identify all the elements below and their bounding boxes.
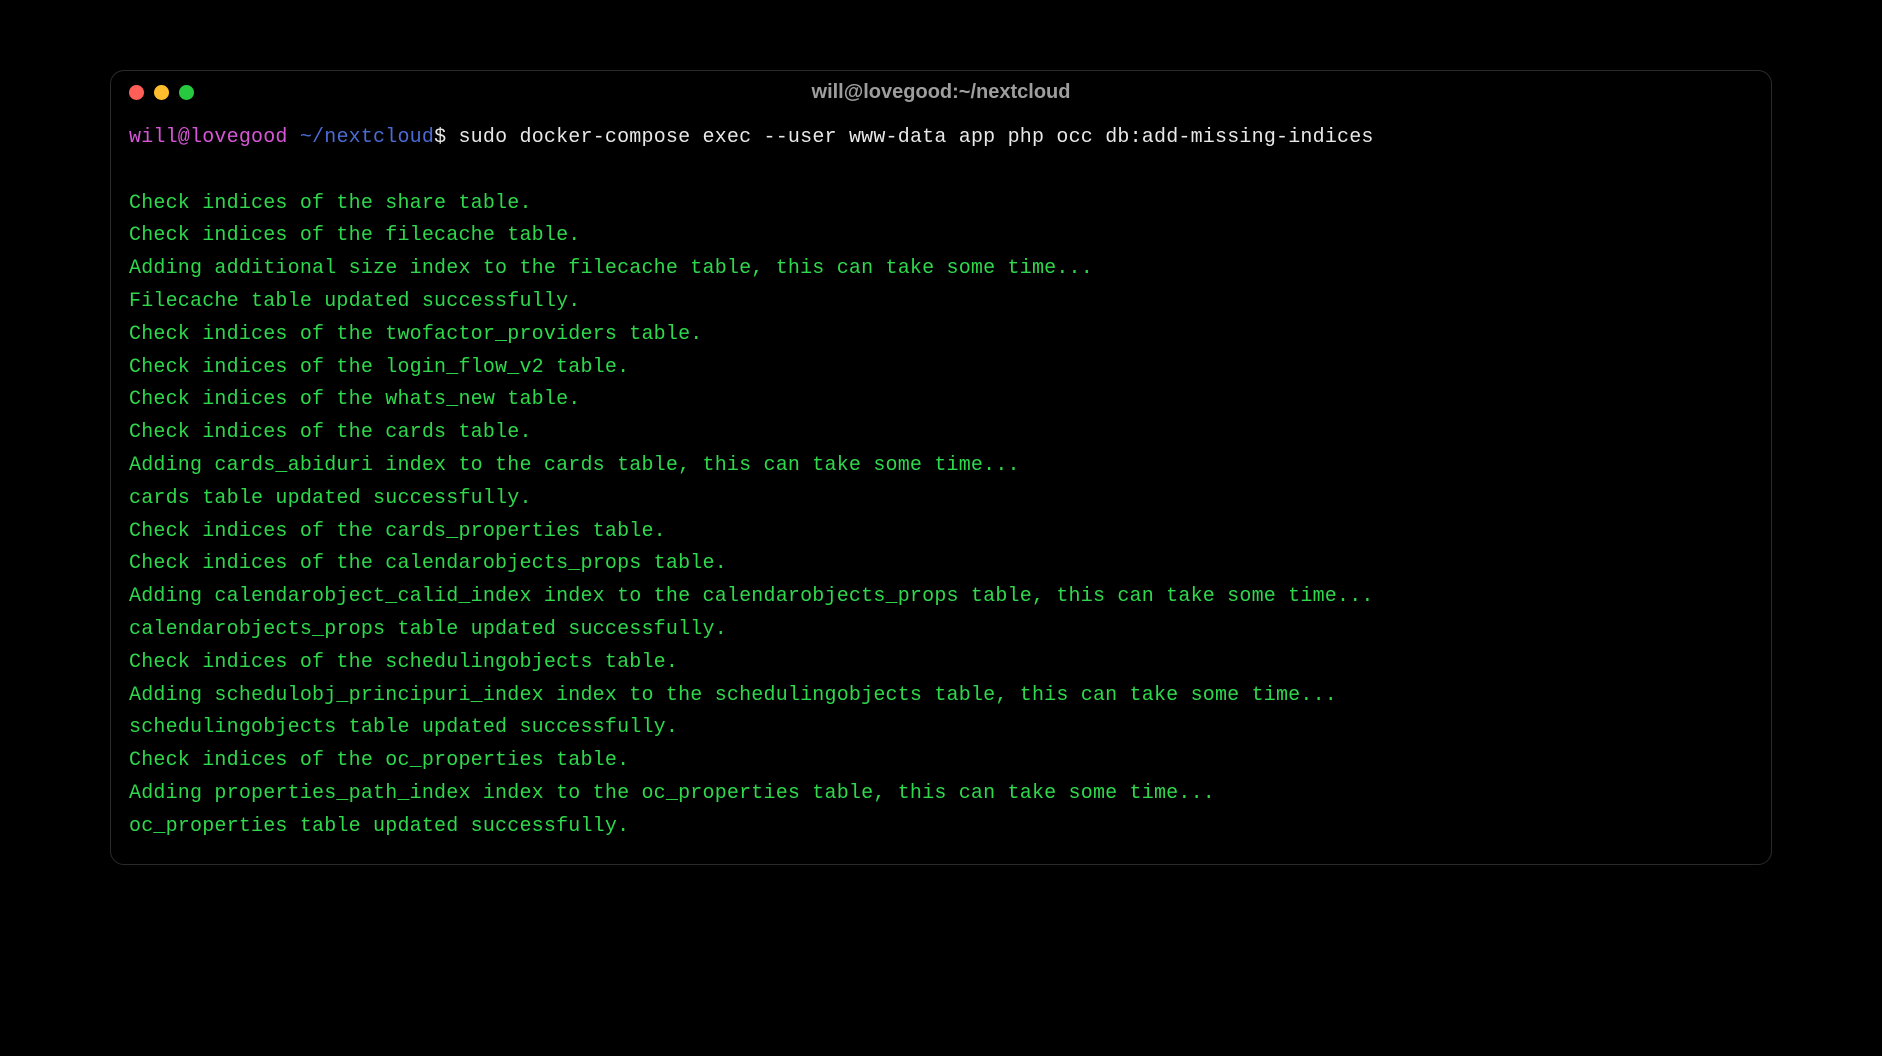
output-line: Check indices of the calendarobjects_pro…	[129, 548, 1753, 581]
output-line: Adding cards_abiduri index to the cards …	[129, 450, 1753, 483]
window-title: will@lovegood:~/nextcloud	[812, 81, 1071, 104]
terminal-window: will@lovegood:~/nextcloud will@lovegood …	[110, 70, 1772, 865]
output-line: cards table updated successfully.	[129, 483, 1753, 516]
prompt-line: will@lovegood ~/nextcloud$ sudo docker-c…	[129, 122, 1753, 155]
output-line: Adding calendarobject_calid_index index …	[129, 581, 1753, 614]
output-line: Check indices of the cards_properties ta…	[129, 516, 1753, 549]
output-line: calendarobjects_props table updated succ…	[129, 614, 1753, 647]
prompt-command: sudo docker-compose exec --user www-data…	[458, 126, 1373, 149]
output-line: Check indices of the filecache table.	[129, 220, 1753, 253]
output-line: oc_properties table updated successfully…	[129, 811, 1753, 844]
output-line: Check indices of the whats_new table.	[129, 384, 1753, 417]
maximize-icon[interactable]	[179, 85, 194, 100]
prompt-dollar: $	[434, 126, 446, 149]
close-icon[interactable]	[129, 85, 144, 100]
output-line: Check indices of the login_flow_v2 table…	[129, 352, 1753, 385]
output-line: Adding properties_path_index index to th…	[129, 778, 1753, 811]
output-line: Check indices of the twofactor_providers…	[129, 319, 1753, 352]
output-line: Check indices of the cards table.	[129, 417, 1753, 450]
output-line: Check indices of the schedulingobjects t…	[129, 647, 1753, 680]
output-line: Adding schedulobj_principuri_index index…	[129, 680, 1753, 713]
output-container: Check indices of the share table.Check i…	[129, 188, 1753, 844]
output-line: schedulingobjects table updated successf…	[129, 712, 1753, 745]
title-bar: will@lovegood:~/nextcloud	[111, 71, 1771, 114]
output-line: Check indices of the share table.	[129, 188, 1753, 221]
blank-line	[129, 155, 1753, 188]
output-line: Adding additional size index to the file…	[129, 253, 1753, 286]
output-line: Filecache table updated successfully.	[129, 286, 1753, 319]
prompt-path: ~/nextcloud	[300, 126, 434, 149]
traffic-lights	[129, 85, 194, 100]
prompt-user: will@lovegood	[129, 126, 288, 149]
minimize-icon[interactable]	[154, 85, 169, 100]
terminal-body[interactable]: will@lovegood ~/nextcloud$ sudo docker-c…	[111, 114, 1771, 864]
output-line: Check indices of the oc_properties table…	[129, 745, 1753, 778]
